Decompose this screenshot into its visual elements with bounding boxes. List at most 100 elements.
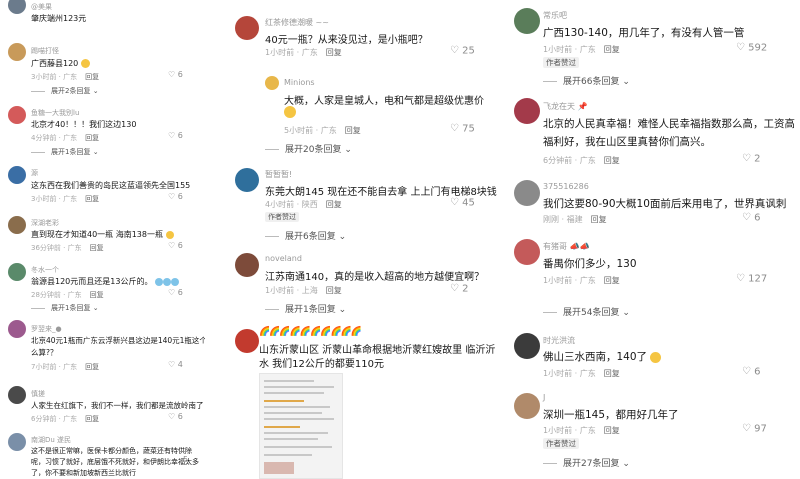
- cry-emoji-icon: [155, 277, 163, 286]
- like-button[interactable]: ♡ 4: [168, 360, 183, 369]
- like-button[interactable]: ♡ 97: [742, 423, 767, 435]
- avatar[interactable]: [514, 393, 540, 419]
- reply-button[interactable]: 回复: [604, 276, 620, 285]
- avatar[interactable]: [8, 0, 26, 14]
- expand-replies-button[interactable]: 展开1条回复 ⌄: [265, 302, 346, 315]
- expand-replies-button[interactable]: 展开1条回复 ⌄: [31, 147, 99, 157]
- avatar[interactable]: [8, 106, 26, 124]
- comment-author[interactable]: 罗翌来_●: [31, 324, 62, 334]
- comment-author[interactable]: 暂暂暂!: [265, 169, 292, 180]
- comment-author[interactable]: 冬水一个: [31, 265, 59, 275]
- reply-button[interactable]: 回复: [326, 200, 342, 209]
- heart-icon: ♡: [168, 241, 176, 250]
- like-button[interactable]: ♡ 127: [736, 273, 767, 285]
- reply-button[interactable]: 回复: [90, 291, 104, 299]
- comment-author[interactable]: 红茶修德潮暖 ~~: [265, 17, 329, 28]
- heart-icon: ♡: [450, 45, 459, 56]
- reply-button[interactable]: 回复: [326, 48, 342, 57]
- like-button[interactable]: ♡ 6: [168, 192, 183, 201]
- comment-author[interactable]: 鱼糖一大我别lu: [31, 108, 79, 118]
- attached-document-image[interactable]: [259, 373, 343, 479]
- like-button[interactable]: ♡ 592: [736, 42, 767, 54]
- avatar[interactable]: [235, 253, 259, 277]
- heart-icon: ♡: [168, 412, 176, 421]
- like-button[interactable]: ♡ 2: [450, 283, 469, 295]
- reply-button[interactable]: 回复: [90, 244, 104, 252]
- avatar[interactable]: [514, 239, 540, 265]
- heart-icon: ♡: [168, 192, 176, 201]
- reply-button[interactable]: 回复: [604, 45, 620, 54]
- comment-author[interactable]: 常乐吧: [543, 10, 567, 21]
- reply-button[interactable]: 回复: [326, 286, 342, 295]
- like-button[interactable]: ♡ 6: [168, 412, 183, 421]
- comment-author[interactable]: J: [543, 393, 545, 402]
- heart-icon: ♡: [168, 288, 176, 297]
- reply-button[interactable]: 回复: [604, 426, 620, 435]
- expand-replies-button[interactable]: 展开54条回复 ⌄: [543, 305, 630, 318]
- expand-replies-button[interactable]: 展开1条回复 ⌄: [31, 303, 99, 313]
- like-button[interactable]: ♡ 25: [450, 45, 475, 57]
- avatar[interactable]: [8, 263, 26, 281]
- like-button[interactable]: ♡ 2: [742, 153, 761, 165]
- reply-button[interactable]: 回复: [85, 134, 99, 142]
- comment-text-line: 呢，习惯了就好，底层饿不死就好，和伊朗比幸福太多: [31, 458, 199, 466]
- column-gap: [205, 0, 228, 479]
- expand-replies-button[interactable]: 展开27条回复 ⌄: [543, 456, 630, 469]
- comment-column-right: 常乐吧 广西130-140，用几年了，有没有人管一管 1小时前 · 广东 回复 ♡…: [510, 0, 800, 479]
- comment-text-line: 水 我们12公斤的都要110元: [259, 359, 384, 370]
- comment-text-line: 了，你不要和新加坡新西兰比就行: [31, 469, 136, 477]
- like-button[interactable]: ♡ 6: [168, 131, 183, 140]
- reply-button[interactable]: 回复: [85, 415, 99, 423]
- expand-replies-button[interactable]: 展开66条回复 ⌄: [543, 74, 630, 87]
- avatar[interactable]: [514, 8, 540, 34]
- avatar[interactable]: [235, 168, 259, 192]
- reply-button[interactable]: 回复: [345, 126, 361, 135]
- comment-column-left: @美果 肇庆端州123元 踢喵打怪 广西藤县120 3小时前 · 广东 回复 ♡ …: [0, 0, 205, 479]
- avatar[interactable]: [8, 433, 26, 451]
- comment-author[interactable]: 飞龙在天 📌: [543, 101, 588, 112]
- like-button[interactable]: ♡ 6: [168, 70, 183, 79]
- comment-author[interactable]: Minions: [284, 78, 315, 87]
- avatar[interactable]: [8, 320, 26, 338]
- comment-text: 肇庆端州123元: [31, 14, 87, 23]
- avatar[interactable]: [514, 180, 540, 206]
- comment-author[interactable]: @美果: [31, 2, 52, 12]
- avatar[interactable]: [8, 166, 26, 184]
- reply-button[interactable]: 回复: [604, 156, 620, 165]
- like-button[interactable]: ♡ 6: [742, 212, 761, 224]
- comment-author[interactable]: 375516286: [543, 182, 589, 191]
- comment-author[interactable]: 踢喵打怪: [31, 46, 59, 56]
- like-button[interactable]: ♡ 6: [168, 241, 183, 250]
- avatar[interactable]: [514, 98, 540, 124]
- avatar[interactable]: [265, 76, 279, 90]
- avatar[interactable]: [514, 333, 540, 359]
- comment-text: 江苏南通140，真的是收入超高的地方越便宜啊？: [265, 272, 485, 283]
- like-button[interactable]: ♡ 45: [450, 197, 475, 209]
- like-button[interactable]: ♡ 6: [168, 288, 183, 297]
- comment-author[interactable]: 深湖老彩: [31, 218, 59, 228]
- comment-author[interactable]: 时光洪流: [543, 335, 575, 346]
- comment-author[interactable]: noveland: [265, 254, 302, 263]
- expand-replies-button[interactable]: 展开2条回复 ⌄: [31, 86, 99, 96]
- expand-replies-button[interactable]: 展开20条回复 ⌄: [265, 142, 352, 155]
- like-button[interactable]: ♡ 75: [450, 123, 475, 135]
- expand-replies-button[interactable]: 展开6条回复 ⌄: [265, 229, 346, 242]
- avatar[interactable]: [8, 216, 26, 234]
- avatar[interactable]: [8, 386, 26, 404]
- like-button[interactable]: ♡ 6: [742, 366, 761, 378]
- avatar[interactable]: [235, 329, 259, 353]
- reply-button[interactable]: 回复: [604, 369, 620, 378]
- reply-button[interactable]: 回复: [591, 215, 607, 224]
- comment-author[interactable]: 慎搓: [31, 389, 45, 399]
- comment-meta: 7小时前 · 广东 回复: [31, 363, 100, 371]
- comment-author[interactable]: 有猪哥 📣📣: [543, 241, 589, 252]
- avatar[interactable]: [235, 16, 259, 40]
- reply-button[interactable]: 回复: [85, 195, 99, 203]
- reply-button[interactable]: 回复: [85, 363, 99, 371]
- comment-text: 深圳一瓶145，都用好几年了: [543, 409, 679, 421]
- comment-author[interactable]: 源: [31, 168, 38, 178]
- comment-author[interactable]: 南湖Du 遂民: [31, 435, 71, 445]
- reply-button[interactable]: 回复: [85, 73, 99, 81]
- heart-icon: ♡: [450, 283, 459, 294]
- avatar[interactable]: [8, 43, 26, 61]
